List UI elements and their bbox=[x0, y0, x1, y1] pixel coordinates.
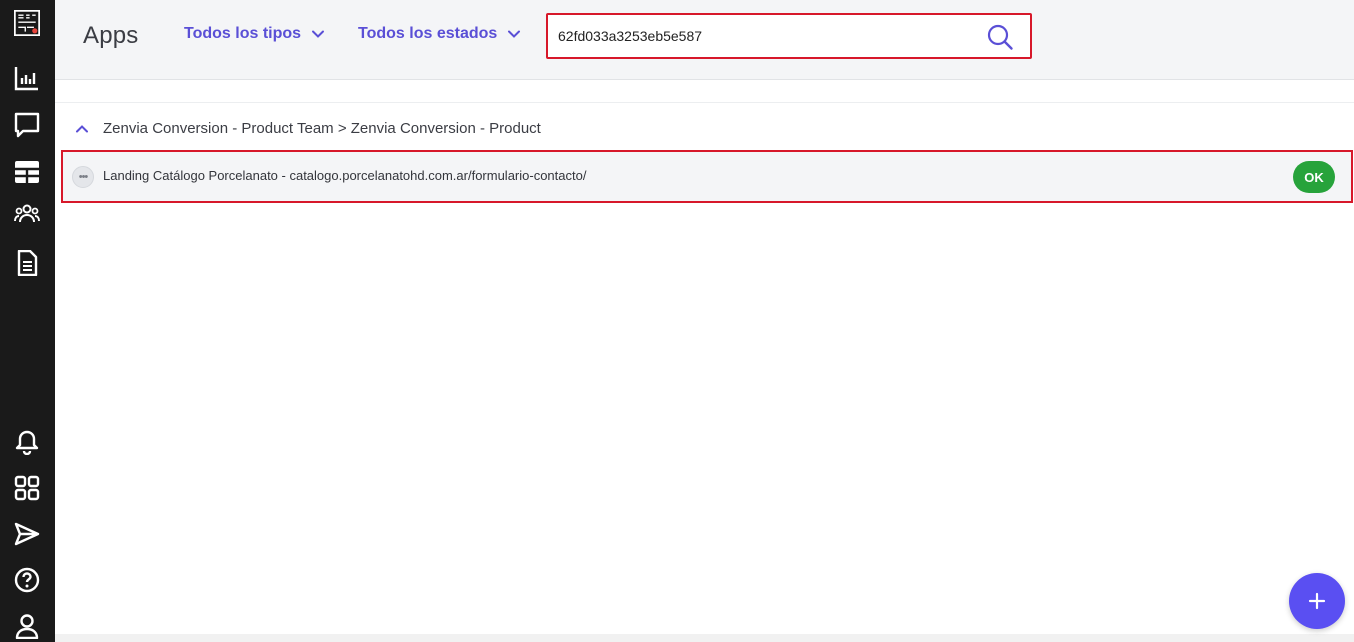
document-icon[interactable] bbox=[12, 248, 42, 278]
table-icon[interactable] bbox=[12, 157, 42, 187]
more-options-icon[interactable]: ••• bbox=[72, 166, 94, 188]
plus-icon bbox=[1308, 592, 1326, 610]
chevron-up-icon[interactable] bbox=[75, 122, 89, 136]
chevron-down-icon bbox=[508, 30, 521, 38]
search-input[interactable] bbox=[558, 25, 958, 47]
app-row[interactable]: ••• Landing Catálogo Porcelanato - catal… bbox=[61, 150, 1353, 203]
user-icon[interactable] bbox=[12, 611, 42, 641]
logo-icon[interactable] bbox=[12, 8, 42, 38]
chat-icon[interactable] bbox=[12, 110, 42, 140]
status-badge: OK bbox=[1293, 161, 1335, 193]
app-row-label: Landing Catálogo Porcelanato - catalogo.… bbox=[103, 168, 587, 183]
search-icon[interactable] bbox=[986, 23, 1014, 51]
send-icon[interactable] bbox=[12, 519, 42, 549]
group-label: Zenvia Conversion - Product Team > Zenvi… bbox=[103, 120, 541, 137]
chevron-down-icon bbox=[312, 30, 325, 38]
topbar: Apps Todos los tipos Todos los estados bbox=[55, 0, 1354, 80]
main-content: Zenvia Conversion - Product Team > Zenvi… bbox=[55, 80, 1354, 642]
analytics-icon[interactable] bbox=[12, 63, 42, 93]
apps-grid-icon[interactable] bbox=[12, 473, 42, 503]
help-icon[interactable] bbox=[12, 565, 42, 595]
sidebar bbox=[0, 0, 55, 642]
group-header[interactable]: Zenvia Conversion - Product Team > Zenvi… bbox=[75, 120, 541, 137]
divider bbox=[55, 102, 1354, 103]
add-app-button[interactable] bbox=[1289, 573, 1345, 629]
filter-types-label: Todos los tipos bbox=[184, 25, 302, 42]
horizontal-scrollbar[interactable] bbox=[55, 634, 1354, 642]
users-icon[interactable] bbox=[12, 199, 42, 229]
bell-icon[interactable] bbox=[12, 427, 42, 457]
page-title: Apps bbox=[83, 22, 139, 49]
filter-types-dropdown[interactable]: Todos los tipos bbox=[184, 25, 325, 43]
filter-states-label: Todos los estados bbox=[358, 25, 498, 42]
search-box bbox=[546, 13, 1032, 59]
filter-states-dropdown[interactable]: Todos los estados bbox=[358, 25, 521, 43]
